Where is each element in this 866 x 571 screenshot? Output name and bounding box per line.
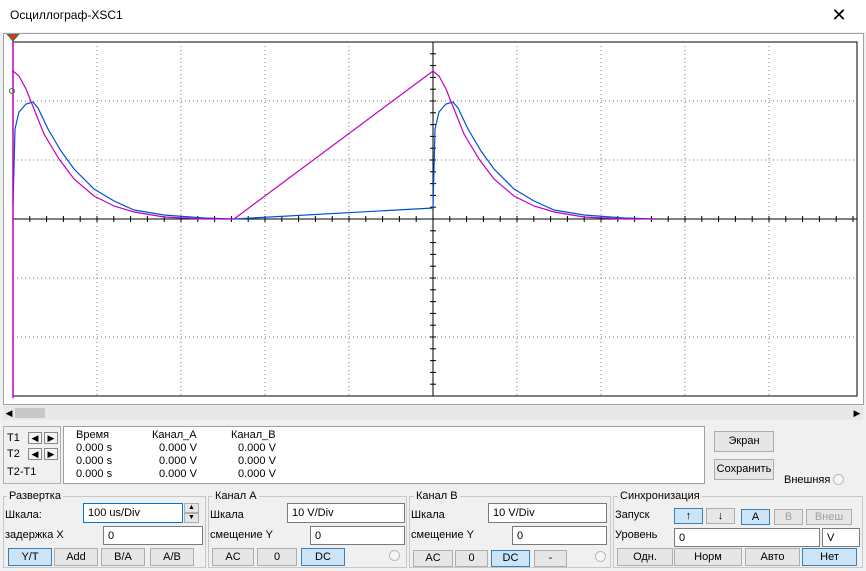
- channel-a-dc-button[interactable]: DC: [301, 548, 345, 566]
- normal-mode-button[interactable]: Норм: [674, 548, 742, 566]
- channel-a-radio[interactable]: [389, 550, 400, 561]
- none-mode-button[interactable]: Нет: [802, 548, 857, 566]
- t1-channel-a: 0.000 V: [159, 442, 197, 454]
- save-button[interactable]: Сохранить: [714, 459, 774, 480]
- t2t1-time: 0.000 s: [76, 468, 113, 480]
- scale-up-icon[interactable]: ▲: [184, 503, 199, 513]
- scroll-left-icon[interactable]: ◀: [3, 406, 15, 420]
- t2-channel-b: 0.000 V: [238, 455, 276, 467]
- readout-table: Время Канал_A Канал_B 0.000 s 0.000 V 0.…: [63, 426, 705, 484]
- close-icon[interactable]: ✕: [828, 4, 850, 26]
- scope-trace: [5, 33, 858, 398]
- scale-down-icon[interactable]: ▼: [184, 513, 199, 523]
- title-bar: [0, 0, 866, 32]
- scroll-right-icon[interactable]: ▶: [851, 406, 863, 420]
- channel-b-title: Канал B: [414, 490, 460, 502]
- external-radio[interactable]: [833, 474, 844, 485]
- grid: [12, 41, 858, 397]
- channel-a-scale-label: Шкала: [210, 509, 244, 521]
- single-mode-button[interactable]: Одн.: [617, 548, 673, 566]
- a-over-b-button[interactable]: A/B: [150, 548, 194, 566]
- timebase-scale-input[interactable]: 100 us/Div: [83, 503, 183, 523]
- channel-a-offset-label: смещение Y: [210, 529, 273, 541]
- trigger-title: Синхронизация: [618, 490, 702, 502]
- channel-a-trace: [12, 70, 654, 220]
- timebase-title: Развертка: [7, 490, 63, 502]
- rising-edge-icon[interactable]: ↑: [674, 508, 703, 524]
- channel-b-offset-label: смещение Y: [411, 529, 474, 541]
- channel-a-zero-button[interactable]: 0: [257, 548, 297, 566]
- trigger-source-b-button[interactable]: B: [774, 509, 803, 525]
- channel-b-dc-button[interactable]: DC: [491, 550, 530, 567]
- t2-time: 0.000 s: [76, 455, 113, 467]
- screen-button[interactable]: Экран: [714, 431, 774, 452]
- horizontal-scrollbar[interactable]: ◀ ▶: [3, 406, 863, 420]
- t2t1-channel-b: 0.000 V: [238, 468, 276, 480]
- cursor-panel: T1 ◀ ▶ T2 ◀ ▶ T2-T1: [3, 426, 61, 484]
- t1-left-arrow-icon[interactable]: ◀: [28, 432, 42, 444]
- trigger-level-unit[interactable]: V: [822, 528, 860, 547]
- header-time: Время: [76, 429, 110, 441]
- header-channel-a: Канал_A: [152, 429, 197, 441]
- external-label: Внешняя: [784, 474, 831, 486]
- channel-b-scale-label: Шкала: [411, 509, 445, 521]
- channel-b-radio[interactable]: [595, 551, 606, 562]
- channel-a-title: Канал A: [213, 490, 259, 502]
- oscilloscope-screen: [3, 33, 864, 405]
- t1-time: 0.000 s: [76, 442, 113, 454]
- channel-b-invert-button[interactable]: -: [534, 550, 567, 567]
- cursor-t2t1-label: T2-T1: [7, 466, 37, 478]
- auto-mode-button[interactable]: Авто: [745, 548, 800, 566]
- t2-left-arrow-icon[interactable]: ◀: [28, 448, 42, 460]
- scrollbar-thumb[interactable]: [15, 408, 45, 418]
- falling-edge-icon[interactable]: ↓: [706, 508, 735, 524]
- trigger-level-input[interactable]: 0: [674, 528, 820, 547]
- channel-b-ac-button[interactable]: AC: [413, 550, 453, 567]
- t2-channel-a: 0.000 V: [159, 455, 197, 467]
- cursor-t1-label: T1: [7, 432, 20, 444]
- b-over-a-button[interactable]: B/A: [101, 548, 145, 566]
- timebase-scale-label: Шкала:: [5, 509, 42, 521]
- channel-a-scale-input[interactable]: 10 V/Div: [287, 503, 405, 523]
- t2-right-arrow-icon[interactable]: ▶: [44, 448, 58, 460]
- channel-b-offset-input[interactable]: 0: [512, 526, 607, 545]
- trigger-edge-label: Запуск: [615, 509, 650, 521]
- trigger-source-external-button[interactable]: Внеш: [806, 509, 852, 525]
- delay-x-input[interactable]: 0: [103, 526, 203, 545]
- yt-button[interactable]: Y/T: [8, 548, 52, 566]
- window-title: Осциллограф-XSC1: [10, 8, 123, 22]
- cursor-t1-marker[interactable]: [5, 33, 21, 42]
- header-channel-b: Канал_B: [231, 429, 276, 441]
- t2t1-channel-a: 0.000 V: [159, 468, 197, 480]
- trigger-source-a-button[interactable]: A: [741, 509, 770, 525]
- channel-a-ac-button[interactable]: AC: [212, 548, 254, 566]
- channel-b-scale-input[interactable]: 10 V/Div: [488, 503, 607, 523]
- channel-b-zero-button[interactable]: 0: [455, 550, 488, 567]
- add-button[interactable]: Add: [54, 548, 98, 566]
- delay-x-label: задержка X: [5, 529, 64, 541]
- t1-channel-b: 0.000 V: [238, 442, 276, 454]
- t1-right-arrow-icon[interactable]: ▶: [44, 432, 58, 444]
- cursor-t2-label: T2: [7, 448, 20, 460]
- channel-a-offset-input[interactable]: 0: [310, 526, 405, 545]
- trigger-level-label: Уровень: [615, 529, 658, 541]
